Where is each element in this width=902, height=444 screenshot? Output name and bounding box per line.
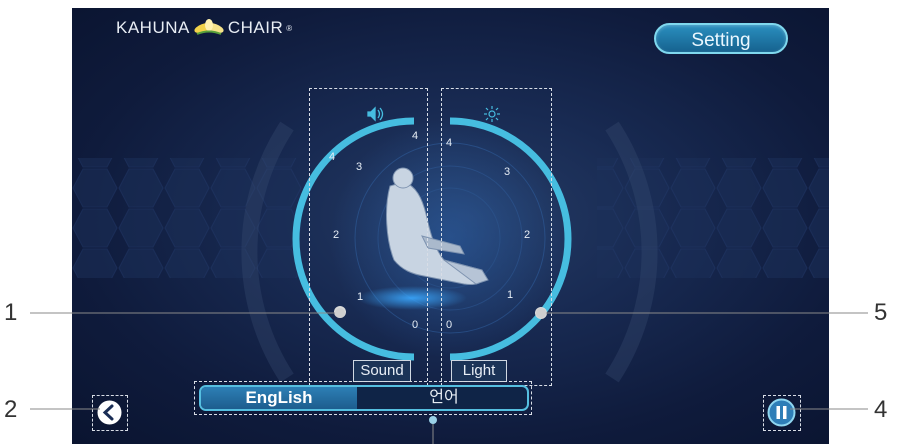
callout-2: 2 xyxy=(4,396,18,423)
pause-icon xyxy=(767,398,796,427)
language-toggle[interactable]: EngLish 언어 xyxy=(199,385,529,411)
language-option-english[interactable]: EngLish xyxy=(201,387,357,409)
sound-panel-frame xyxy=(309,88,428,386)
plumeria-logo-icon xyxy=(194,19,224,35)
back-button[interactable] xyxy=(92,395,128,431)
callout-1: 1 xyxy=(4,299,18,326)
registered-mark: ® xyxy=(286,23,293,33)
light-panel-frame xyxy=(441,88,552,386)
setting-button[interactable]: Setting xyxy=(654,23,788,54)
back-chevron-icon xyxy=(97,400,122,425)
logo-text-left: KAHUNA xyxy=(116,18,190,37)
callout-4: 4 xyxy=(874,396,888,423)
callout-5: 5 xyxy=(874,299,888,326)
logo-text-right: CHAIR xyxy=(227,18,284,37)
kahuna-chair-logo: KAHUNA CHAIR ® xyxy=(116,18,293,38)
language-option-korean[interactable]: 언어 xyxy=(359,387,527,409)
pause-button[interactable] xyxy=(763,395,801,431)
